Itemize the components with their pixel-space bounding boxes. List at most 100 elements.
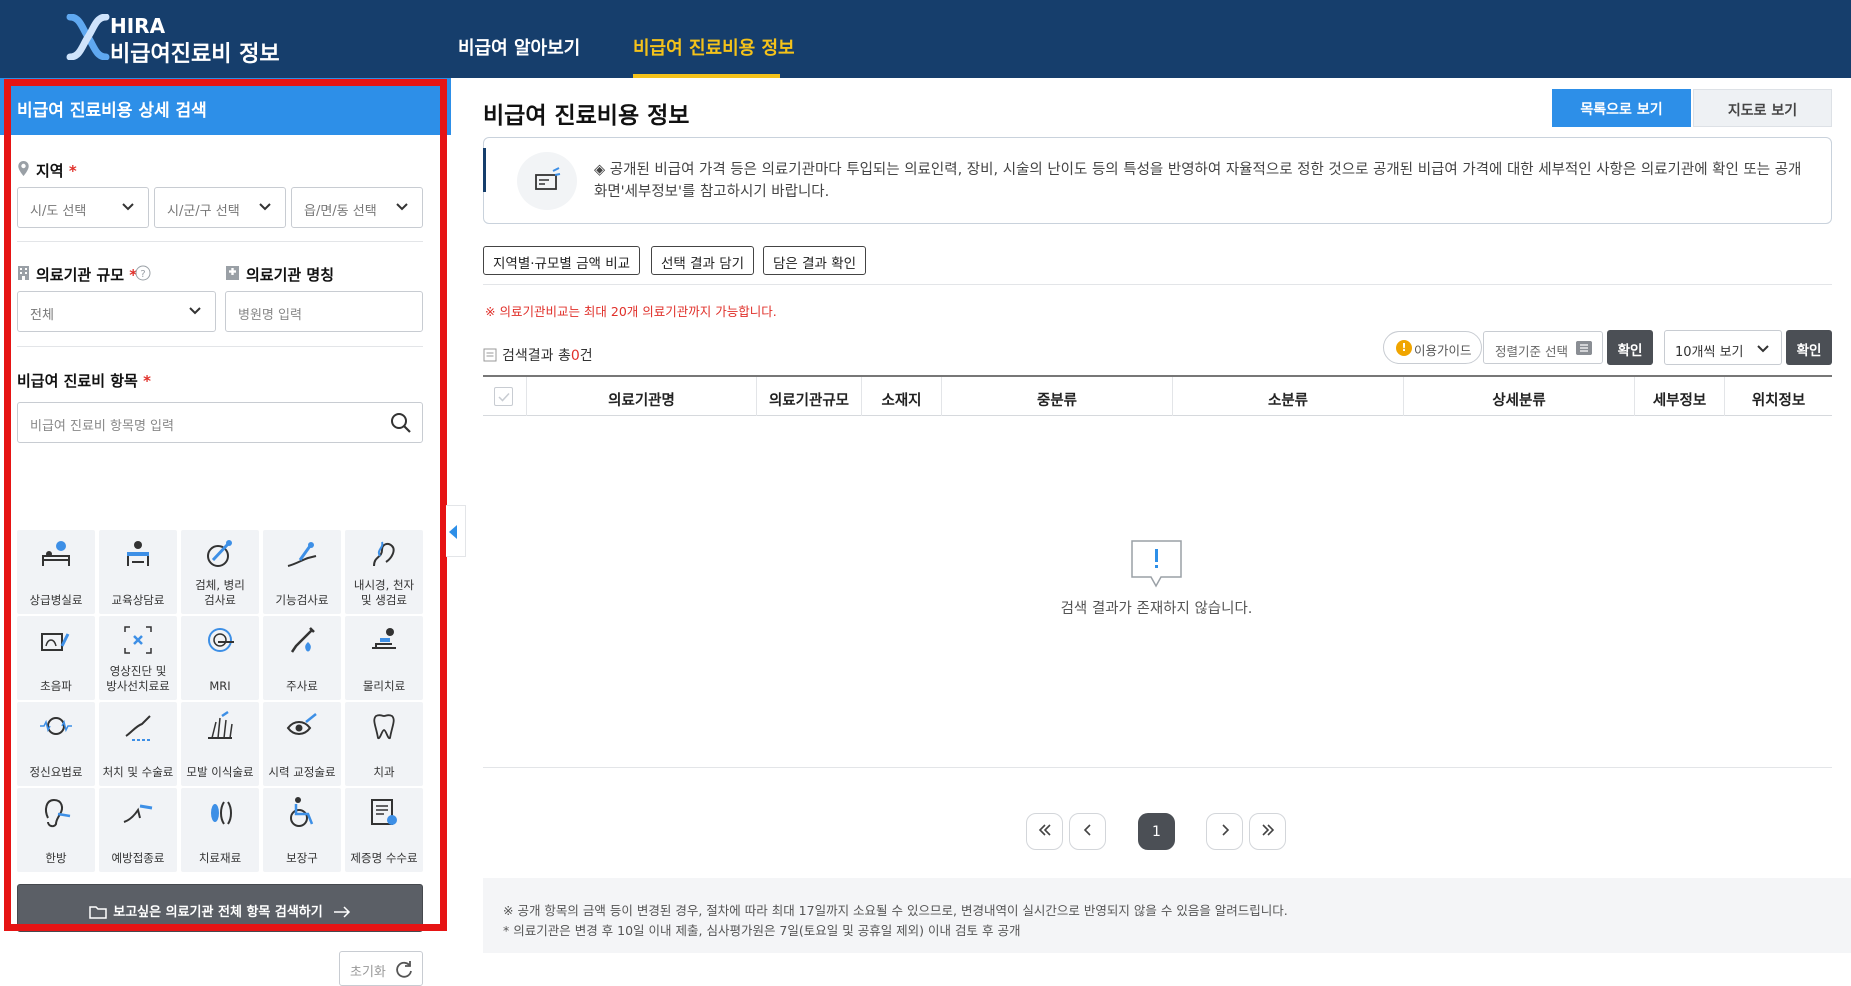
map-view-button[interactable]: 지도로 보기 [1693, 89, 1832, 127]
sido-select[interactable]: 시/도 선택 [17, 187, 149, 228]
compare-by-region-button[interactable]: 지역별·규모별 금액 비교 [483, 246, 641, 275]
divider [483, 284, 1832, 285]
column-header-detail-info: 세부정보 [1634, 377, 1724, 416]
page-size-value: 10개씩 보기 [1675, 345, 1744, 360]
table-header: 의료기관명 의료기관규모 소재지 중분류 소분류 상세분류 세부정보 위치정보 [483, 375, 1832, 416]
page-size-confirm-button[interactable]: 확인 [1786, 330, 1832, 365]
category-oriental[interactable]: 한방 [17, 788, 95, 872]
category-hair-transplant[interactable]: 모발 이식술료 [181, 702, 259, 786]
sort-select[interactable]: 정렬기준 선택 [1483, 331, 1603, 364]
category-imaging[interactable]: 영상진단 및 방사선치료료 [99, 616, 177, 700]
mri-machine-icon [208, 628, 234, 652]
folder-icon [89, 906, 108, 919]
consultation-desk-icon [127, 541, 149, 566]
scale-label: 의료기관 규모 * [36, 264, 137, 285]
scale-select-value: 전체 [30, 308, 54, 323]
chevron-left-icon [1083, 824, 1091, 836]
hospital-icon [226, 266, 239, 280]
chevron-down-icon [396, 203, 408, 211]
sigungu-select[interactable]: 시/군/구 선택 [154, 187, 286, 228]
search-all-items-label: 보고싶은 의료기관 전체 항목 검색하기 [113, 905, 323, 920]
category-label: 정신요법료 [29, 765, 83, 779]
category-label: 내시경, 천자 및 생검료 [353, 578, 415, 607]
column-header-mid-category: 중분류 [941, 377, 1172, 416]
required-mark: * [68, 162, 77, 180]
category-pathology[interactable]: 검체, 병리 검사료 [181, 530, 259, 614]
item-label: 비급여 진료비 항목 * [17, 370, 151, 391]
category-vaccination[interactable]: 예방접종료 [99, 788, 177, 872]
divider [17, 346, 423, 347]
page-size-select[interactable]: 10개씩 보기 [1664, 330, 1782, 365]
result-count: 검색결과 총0건 [483, 345, 593, 365]
nav-noncovered-cost[interactable]: 비급여 진료비용 정보 [633, 34, 795, 60]
vaccination-arm-icon [123, 804, 153, 823]
category-education[interactable]: 교육상담료 [99, 530, 177, 614]
sidebar-collapse-handle[interactable] [446, 505, 466, 557]
next-page-button[interactable] [1206, 813, 1243, 850]
category-surgery[interactable]: 처치 및 수술료 [99, 702, 177, 786]
reset-button[interactable]: 초기화 [339, 951, 423, 986]
page-number-current[interactable]: 1 [1138, 813, 1175, 850]
treatment-material-icon [211, 801, 232, 825]
eupmyeondong-select[interactable]: 읍/면/동 선택 [291, 187, 423, 228]
logo-title[interactable]: HIRA [110, 14, 165, 38]
ear-acupuncture-icon [45, 798, 71, 828]
category-physiotherapy[interactable]: 물리치료 [345, 616, 423, 700]
sort-confirm-button[interactable]: 확인 [1607, 330, 1653, 365]
caret-left-icon [449, 525, 457, 539]
notice-box: ◈ 공개된 비급여 가격 등은 의료기관마다 투입되는 의료인력, 장비, 시술… [483, 137, 1832, 224]
scale-select[interactable]: 전체 [17, 291, 216, 332]
category-treatment-material[interactable]: 치료재료 [181, 788, 259, 872]
category-certificate[interactable]: 제증명 수수료 [345, 788, 423, 872]
category-dental[interactable]: 치과 [345, 702, 423, 786]
search-all-items-button[interactable]: 보고싶은 의료기관 전체 항목 검색하기 [17, 884, 423, 932]
wheelchair-icon [290, 797, 314, 827]
category-endoscopy[interactable]: 내시경, 천자 및 생검료 [345, 530, 423, 614]
category-vision-correction[interactable]: 시력 교정술료 [263, 702, 341, 786]
category-ultrasound[interactable]: 초음파 [17, 616, 95, 700]
category-psychotherapy[interactable]: 정신요법료 [17, 702, 95, 786]
eye-laser-icon [286, 713, 317, 735]
result-number: 0 [570, 348, 580, 364]
certificate-fee-icon [371, 799, 397, 825]
help-question-icon[interactable]: ? [135, 265, 151, 281]
column-header-location: 소재지 [861, 377, 941, 416]
footer-note-1: ※ 공개 항목의 금액 등이 변경된 경우, 절차에 따라 최대 17일까지 소… [503, 903, 1288, 918]
category-aids[interactable]: 보장구 [263, 788, 341, 872]
column-header-detail-category: 상세분류 [1403, 377, 1634, 416]
footer-note-2: * 의료기관은 변경 후 10일 이내 제출, 심사평가원은 7일(토요일 및 … [503, 923, 1021, 938]
hospital-name-input[interactable]: 병원명 입력 [225, 291, 423, 332]
eupmyeondong-select-value: 읍/면/동 선택 [304, 204, 377, 219]
divider [17, 241, 423, 242]
first-page-button[interactable] [1026, 813, 1063, 850]
category-label: MRI [209, 679, 231, 693]
category-label: 한방 [45, 851, 67, 865]
view-saved-button[interactable]: 담은 결과 확인 [763, 246, 867, 275]
microscope-sample-icon [207, 540, 232, 567]
prev-page-button[interactable] [1069, 813, 1106, 850]
category-injection[interactable]: 주사료 [263, 616, 341, 700]
category-label: 주사료 [286, 679, 318, 693]
logo-subtitle[interactable]: 비급여진료비 정보 [110, 36, 280, 68]
last-page-button[interactable] [1249, 813, 1286, 850]
column-header-hospital-name: 의료기관명 [526, 377, 756, 416]
hira-logo-icon[interactable] [64, 14, 112, 60]
nav-noncovered-info[interactable]: 비급여 알아보기 [458, 34, 580, 60]
category-label: 모발 이식술료 [186, 765, 254, 779]
search-icon[interactable] [390, 412, 412, 434]
column-header-location-info: 위치정보 [1724, 377, 1832, 416]
item-search-input[interactable]: 비급여 진료비 항목명 입력 [17, 402, 423, 443]
category-room-fee[interactable]: 상급병실료 [17, 530, 95, 614]
select-all-checkbox[interactable] [494, 387, 513, 406]
top-navigation-bar: HIRA 비급여진료비 정보 비급여 알아보기 비급여 진료비용 정보 [0, 0, 1851, 78]
save-selection-button[interactable]: 선택 결과 담기 [651, 246, 755, 275]
category-mri[interactable]: MRI [181, 616, 259, 700]
category-label: 제증명 수수료 [350, 851, 418, 865]
ultrasound-icon [41, 633, 70, 651]
list-view-button[interactable]: 목록으로 보기 [1552, 89, 1691, 127]
required-mark: * [143, 372, 151, 390]
usage-guide-button[interactable]: ! 이용가이드 [1383, 331, 1482, 364]
syringe-icon [290, 627, 315, 653]
category-function-test[interactable]: 기능검사료 [263, 530, 341, 614]
column-header-scale: 의료기관규모 [756, 377, 861, 416]
